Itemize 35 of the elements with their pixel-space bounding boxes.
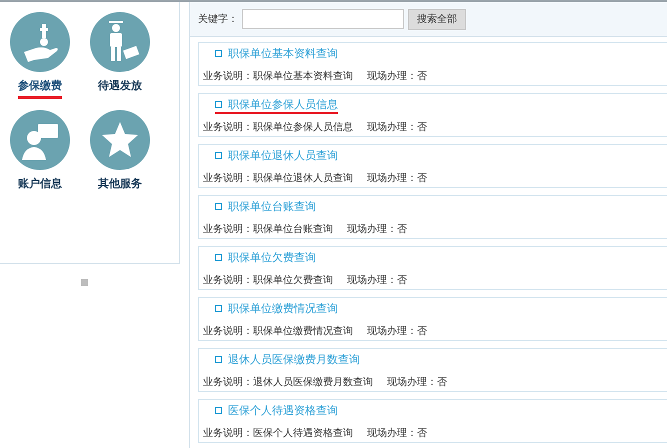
service-description: 业务说明：职保单位退休人员查询 [203,172,353,185]
person-chat-icon [10,110,70,170]
service-link[interactable]: 职保单位基本资料查询 [215,46,338,63]
category-link[interactable]: 其他服务 [98,176,142,197]
service-description: 业务说明：职保单位欠费查询 [203,274,333,287]
service-link[interactable]: 职保单位参保人员信息 [215,97,338,114]
service-description: 业务说明：职保单位基本资料查询 [203,70,353,83]
hand-dollar-icon [10,12,70,72]
search-all-button[interactable]: 搜索全部 [408,8,466,30]
resize-handle[interactable] [81,279,88,286]
service-description: 业务说明：职保单位台账查询 [203,222,333,236]
onsite-note: 现场办理：否 [347,222,407,236]
keyword-field[interactable] [242,9,404,29]
service-link[interactable]: 退休人员医保缴费月数查询 [215,352,360,369]
service-description: 业务说明：职保单位参保人员信息 [203,120,353,134]
category-link[interactable]: 账户信息 [18,176,62,197]
category-link[interactable]: 参保缴费 [18,78,62,99]
category-link[interactable]: 待遇发放 [98,78,142,99]
onsite-note: 现场办理：否 [387,376,447,389]
onsite-note: 现场办理：否 [347,274,407,287]
service-link[interactable]: 医保个人待遇资格查询 [215,403,338,420]
onsite-note: 现场办理：否 [367,426,427,440]
service-link[interactable]: 职保单位台账查询 [215,199,316,216]
service-link[interactable]: 职保单位欠费查询 [215,250,316,267]
onsite-note: 现场办理：否 [367,70,427,83]
keyword-label: 关键字： [198,12,238,26]
service-link[interactable]: 职保单位退休人员查询 [215,148,338,165]
onsite-note: 现场办理：否 [367,324,427,338]
service-description: 业务说明：职保单位缴费情况查询 [203,324,353,338]
onsite-note: 现场办理：否 [367,120,427,134]
service-link[interactable]: 职保单位缴费情况查询 [215,301,338,318]
person-money-icon [90,12,150,72]
service-description: 业务说明：退休人员医保缴费月数查询 [203,376,373,389]
onsite-note: 现场办理：否 [367,172,427,185]
service-description: 业务说明：医保个人待遇资格查询 [203,426,353,440]
